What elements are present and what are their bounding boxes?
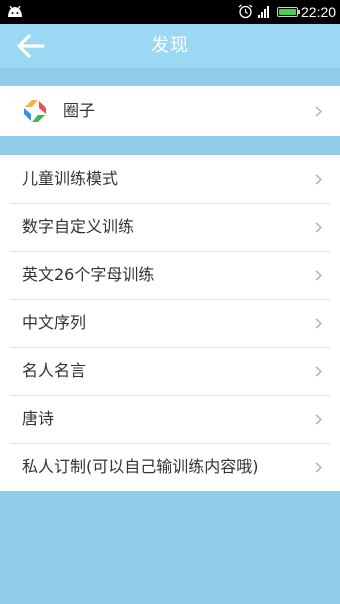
list-item-label: 中文序列 [22, 313, 87, 332]
list-item-label: 私人订制(可以自己输训练内容哦) [22, 457, 259, 476]
list-item-english-letters[interactable]: 英文26个字母训练 [0, 251, 340, 299]
list-item-chinese-sequence[interactable]: 中文序列 [0, 299, 340, 347]
status-bar: 22:20 [0, 0, 340, 24]
page-title: 发现 [151, 35, 189, 56]
list-item-children-mode[interactable]: 儿童训练模式 [0, 155, 340, 203]
list-item-famous-quotes[interactable]: 名人名言 [0, 347, 340, 395]
circle-logo-icon [24, 100, 46, 122]
chevron-right-icon [315, 414, 322, 425]
chevron-right-icon [315, 106, 322, 117]
list-item-custom-number[interactable]: 数字自定义训练 [0, 203, 340, 251]
app-header: 发现 [0, 24, 340, 68]
chevron-right-icon [315, 222, 322, 233]
signal-icon [258, 6, 269, 18]
android-icon [8, 5, 22, 17]
list-item-label: 数字自定义训练 [22, 217, 135, 236]
circle-section: 圈子 [0, 86, 340, 136]
training-list: 儿童训练模式 数字自定义训练 英文26个字母训练 中文序列 名人名言 唐诗 私人… [0, 155, 340, 491]
chevron-right-icon [315, 366, 322, 377]
circle-label: 圈子 [63, 101, 96, 120]
list-item-tang-poems[interactable]: 唐诗 [0, 395, 340, 443]
battery-icon [277, 7, 300, 17]
status-time: 22:20 [301, 4, 337, 20]
list-item-label: 儿童训练模式 [22, 169, 119, 188]
list-item-label: 英文26个字母训练 [22, 265, 155, 284]
chevron-right-icon [315, 270, 322, 281]
chevron-right-icon [315, 318, 322, 329]
alarm-icon [238, 4, 253, 19]
chevron-right-icon [315, 462, 322, 473]
chevron-right-icon [315, 174, 322, 185]
list-item-label: 唐诗 [22, 409, 55, 428]
circle-row[interactable]: 圈子 [0, 86, 340, 136]
list-item-label: 名人名言 [22, 361, 87, 380]
list-item-private-custom[interactable]: 私人订制(可以自己输训练内容哦) [0, 443, 340, 491]
